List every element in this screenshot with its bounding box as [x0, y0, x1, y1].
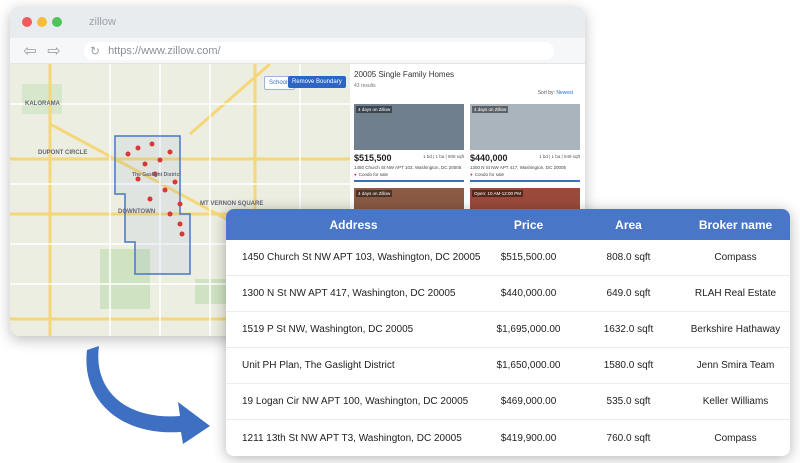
tab-title[interactable]: zillow: [89, 16, 116, 28]
listing-specs: 1 bd | 1 ba | 649 sqft: [539, 154, 580, 159]
listing-status: Condo for sale: [470, 172, 580, 177]
table-row: 1300 N St NW APT 417, Washington, DC 200…: [226, 276, 790, 312]
days-badge: 4 days on Zillow: [356, 106, 393, 113]
cell-price: $469,000.00: [500, 396, 557, 407]
cell-price: $419,900.00: [500, 432, 557, 444]
cell-broker: RLAH Real Estate: [694, 288, 777, 299]
title-bar: zillow: [10, 6, 585, 38]
cell-broker: Compass: [714, 252, 757, 263]
cell-area: 1632.0 sqft: [603, 324, 654, 335]
col-header-area: Area: [615, 217, 642, 232]
table-row: 1211 13th St NW APT T3, Washington, DC 2…: [226, 420, 790, 456]
sort-label: Sort by:: [537, 90, 555, 96]
cell-address: Unit PH Plan, The Gaslight District: [242, 360, 395, 371]
listing-status: Condo for sale: [354, 172, 464, 177]
listing-photo: 4 days on Zillow: [470, 104, 580, 150]
cell-price: $1,695,000.00: [496, 324, 561, 335]
map-label-kalorama: KALORAMA: [25, 101, 60, 107]
maximize-window-dot[interactable]: [52, 17, 62, 27]
col-header-broker: Broker name: [698, 217, 773, 232]
card-underline: [470, 180, 580, 182]
table-row: 19 Logan Cir NW APT 100, Washington, DC …: [226, 384, 790, 420]
cell-area: 808.0 sqft: [606, 252, 651, 263]
listing-card[interactable]: 4 days on Zillow $515,500 1 bd | 1 ba | …: [354, 104, 464, 182]
map-label-dupont-circle: DUPONT CIRCLE: [38, 150, 88, 156]
cell-address: 1211 13th St NW APT T3, Washington, DC 2…: [242, 432, 462, 444]
cell-address: 1450 Church St NW APT 103, Washington, D…: [242, 252, 481, 263]
nav-bar: ⇦ ⇨ ↻ https://www.zillow.com/: [10, 38, 585, 64]
cell-price: $440,000.00: [500, 288, 557, 299]
days-badge: 4 days on Zillow: [472, 106, 509, 113]
map-label-gaslight: The Gaslight District: [132, 172, 181, 178]
close-window-dot[interactable]: [22, 17, 32, 27]
listing-title: 20005 Single Family Homes: [354, 70, 455, 79]
listing-specs: 1 bd | 1 ba | 808 sqft: [423, 154, 464, 159]
minimize-window-dot[interactable]: [37, 17, 47, 27]
forward-arrow-icon[interactable]: ⇨: [42, 41, 66, 61]
cell-address: 19 Logan Cir NW APT 100, Washington, DC …: [242, 396, 469, 407]
table-row: 1450 Church St NW APT 103, Washington, D…: [226, 240, 790, 276]
sort-control[interactable]: Sort by: Newest: [538, 90, 573, 96]
listing-address: 1300 N St NW APT 417, Washington, DC 200…: [470, 165, 567, 170]
scraped-data-table: Address Price Area Broker name 1450 Chur…: [226, 209, 790, 456]
curved-arrow-icon: [86, 346, 210, 444]
cell-broker: Jenn Smira Team: [696, 360, 775, 371]
table-row: Unit PH Plan, The Gaslight District $1,6…: [226, 348, 790, 384]
result-count: 43 results: [354, 83, 376, 89]
map-label-downtown: DOWNTOWN: [118, 209, 156, 215]
cell-price: $1,650,000.00: [496, 360, 561, 371]
listing-address: 1450 Church St NW APT 103, Washington, D…: [354, 165, 462, 170]
cell-broker: Compass: [714, 432, 757, 444]
cell-address: 1519 P St NW, Washington, DC 20005: [242, 324, 414, 335]
cell-price: $515,500.00: [500, 252, 557, 263]
address-bar[interactable]: ↻ https://www.zillow.com/: [84, 41, 554, 60]
back-arrow-icon[interactable]: ⇦: [18, 41, 42, 61]
cell-area: 1580.0 sqft: [603, 360, 654, 371]
days-badge: 4 days on Zillow: [356, 190, 393, 197]
listing-card[interactable]: 4 days on Zillow $440,000 1 bd | 1 ba | …: [470, 104, 580, 182]
cell-broker: Berkshire Hathaway: [690, 324, 781, 335]
sort-value[interactable]: Newest: [556, 90, 573, 96]
col-header-price: Price: [513, 217, 544, 232]
table-header: Address Price Area Broker name: [226, 209, 790, 240]
cell-address: 1300 N St NW APT 417, Washington, DC 200…: [242, 288, 456, 299]
cell-broker: Keller Williams: [702, 396, 769, 407]
cell-area: 649.0 sqft: [606, 288, 651, 299]
open-house-badge: Open: 10 AM-12:00 PM: [472, 190, 524, 197]
url-text: https://www.zillow.com/: [108, 44, 221, 57]
card-underline: [354, 180, 464, 182]
map-label-mt-vernon: MT VERNON SQUARE: [200, 201, 264, 207]
reload-icon[interactable]: ↻: [90, 44, 100, 58]
col-header-address: Address: [329, 217, 378, 232]
remove-boundary-button[interactable]: Remove Boundary: [288, 76, 346, 88]
listing-photo: 4 days on Zillow: [354, 104, 464, 150]
table-row: 1519 P St NW, Washington, DC 20005 $1,69…: [226, 312, 790, 348]
cell-area: 760.0 sqft: [606, 432, 651, 444]
scene: zillow ⇦ ⇨ ↻ https://www.zillow.com/ KAL…: [0, 0, 800, 463]
cell-area: 535.0 sqft: [606, 396, 651, 407]
